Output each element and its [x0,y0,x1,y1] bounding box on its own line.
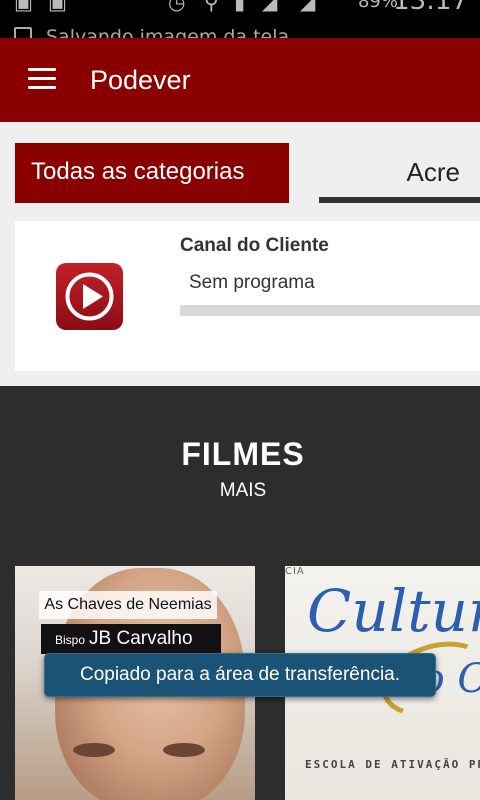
poster-title-line1: Cultura [307,577,480,645]
region-selector[interactable]: Acre [319,143,480,203]
films-section: FILMES MAIS As Chaves de Neemias Bispo JB… [0,386,480,800]
channel-list: Canal do Cliente Sem programa [0,208,480,386]
signal-icon: ◢ [262,0,278,14]
poster-title: As Chaves de Neemias [39,591,217,619]
channel-name: Canal do Cliente [180,235,329,256]
poster-author-prefix: Bispo [55,633,86,647]
category-filter-button[interactable]: Todas as categorias [15,143,289,203]
app-bar: Podever [0,38,480,122]
menu-icon[interactable] [28,68,56,90]
more-link[interactable]: MAIS [0,479,480,503]
poster-author: Bispo JB Carvalho [41,624,221,654]
screenshot-notice-text: Salvando imagem da tela... [46,26,308,38]
toast-message: Copiado para a área de transferência. [44,653,436,697]
status-bar: ▣ ▣ ◷ ⚲ ▮ ◢ ◢ 89% 13:17 Salvando imagem … [0,0,480,38]
channel-logo [56,263,123,330]
app-title: Podever [90,65,191,95]
poster-author-name: JB Carvalho [89,628,193,649]
sim-icon: ▮ [234,0,246,14]
channel-program: Sem programa [189,272,315,293]
poster-subtitle: ESCOLA DE ATIVAÇÃO PROFÉ [305,758,480,771]
screenshot-notice: Salvando imagem da tela... [14,24,307,38]
poster-top-text: CIA [285,566,305,577]
program-progress-bar [180,305,480,316]
play-icon [65,272,114,321]
status-icons: ▣ ▣ ◷ ⚲ ▮ ◢ ◢ 89% 13:17 [0,0,480,16]
channel-card[interactable]: Canal do Cliente Sem programa [15,221,480,371]
battery-level: 89% [357,0,398,12]
image-icon: ▣ [14,0,33,14]
section-title: FILMES [181,436,305,472]
sync-icon: ⚲ [204,0,219,14]
alarm-icon: ◷ [168,0,186,14]
clock: 13:17 [393,0,468,16]
gallery-icon: ▣ [48,0,67,14]
screenshot-icon [14,27,32,38]
filter-bar: Todas as categorias Acre [0,122,480,208]
signal-strength-icon: ◢ [300,0,316,14]
